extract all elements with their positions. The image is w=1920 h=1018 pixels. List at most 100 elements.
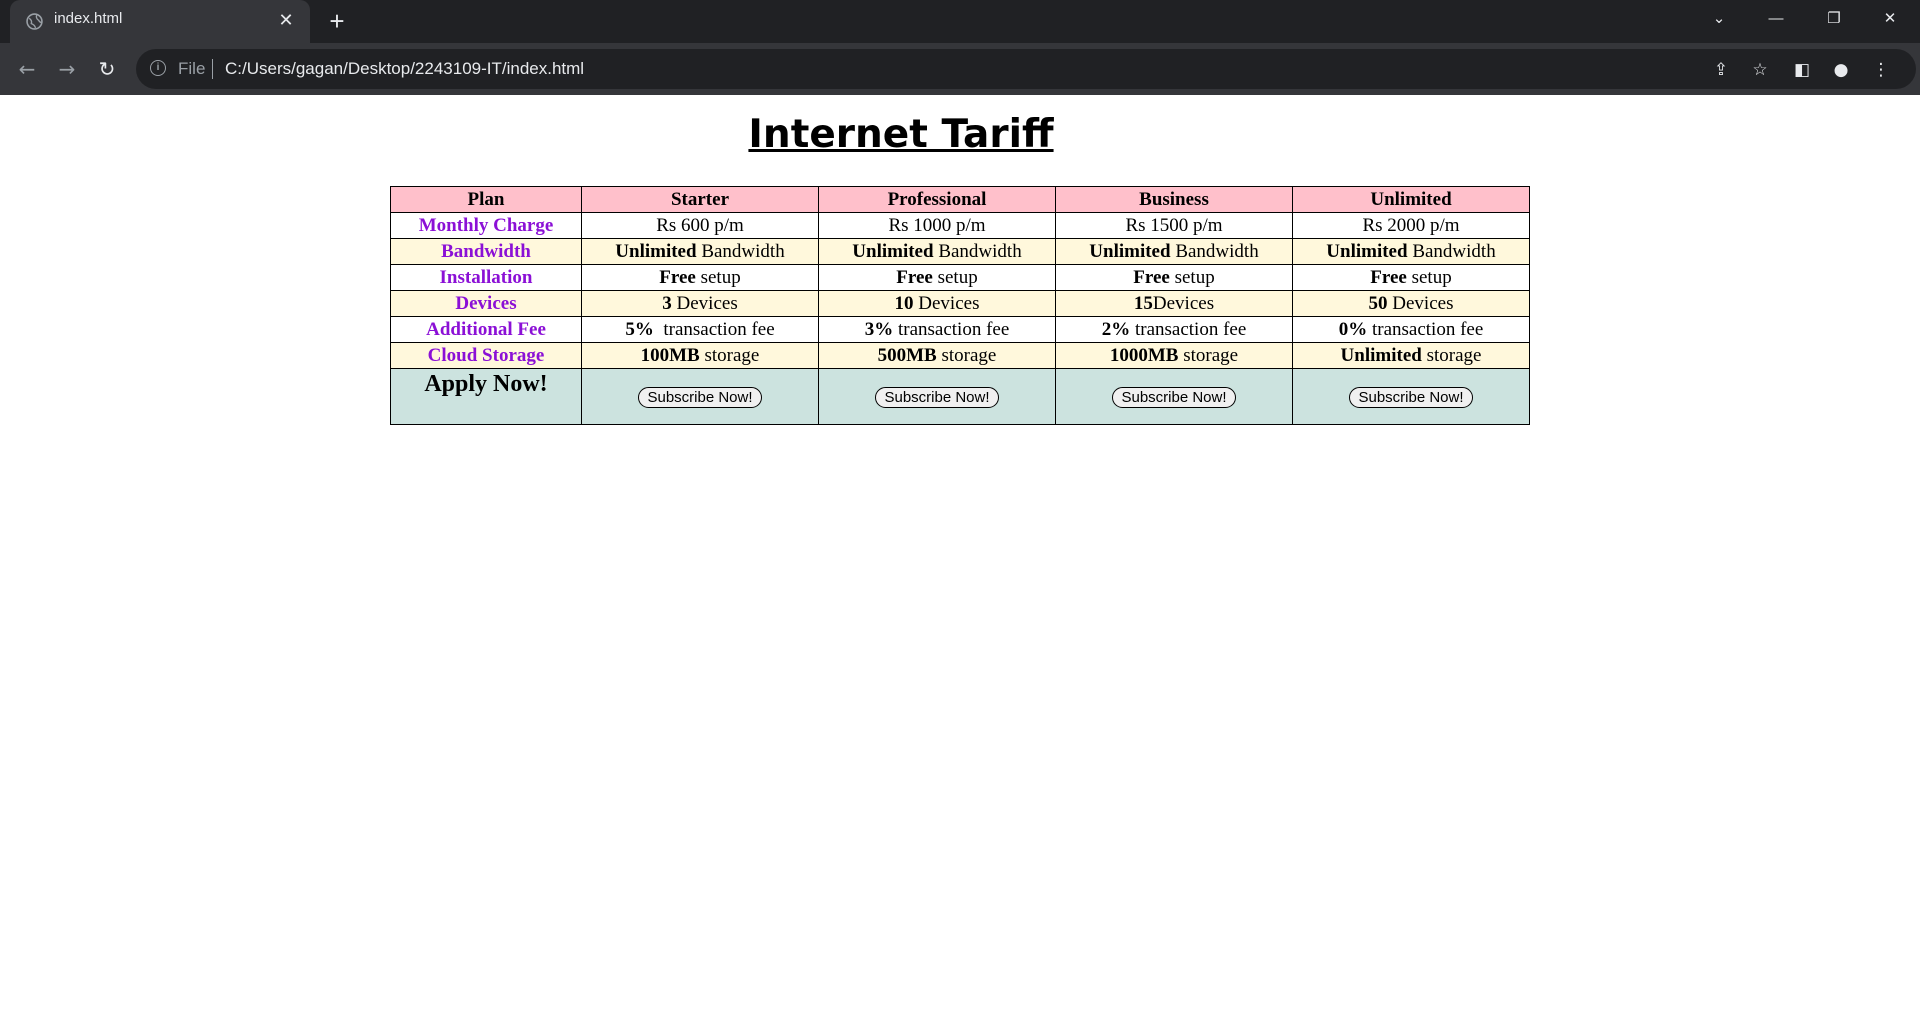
address-divider xyxy=(212,59,213,79)
restore-icon[interactable]: ❐ xyxy=(1812,4,1856,34)
cell-emphasis: Unlimited xyxy=(1089,240,1171,262)
cell-text: Bandwidth xyxy=(1407,240,1496,262)
table-row: Additional Fee 5% transaction fee 3% trans… xyxy=(390,316,1530,343)
address-url[interactable]: C:/Users/gagan/Desktop/2243109-IT/index.… xyxy=(225,59,584,79)
cell-emphasis: Free xyxy=(659,266,696,288)
share-icon[interactable]: ⇪ xyxy=(1710,59,1732,81)
row-label: Additional Fee xyxy=(390,316,582,343)
cell-emphasis: 10 xyxy=(894,292,914,314)
table-cell: Free setup xyxy=(818,264,1056,291)
apply-now-label: Apply Now! xyxy=(390,368,582,425)
table-row: Devices 3 Devices 10 Devices 15Devices 50 De… xyxy=(390,290,1530,317)
table-cell: Unlimited Bandwidth xyxy=(818,238,1056,265)
table-row: Bandwidth Unlimited Bandwidth Unlimited Ba… xyxy=(390,238,1530,265)
info-icon[interactable]: i xyxy=(150,60,166,76)
cell-emphasis: 2% xyxy=(1101,318,1131,340)
row-label: Cloud Storage xyxy=(390,342,582,369)
table-cell: 0% transaction fee xyxy=(1292,316,1530,343)
cell-text: Devices xyxy=(1387,292,1454,314)
cell-emphasis: 15 xyxy=(1133,292,1153,314)
cell-text: transaction fee xyxy=(893,318,1010,340)
cell-text: transaction fee xyxy=(1130,318,1247,340)
table-cell: 3% transaction fee xyxy=(818,316,1056,343)
table-row: Monthly Charge Rs 600 p/m Rs 1000 p/m Rs 15… xyxy=(390,212,1530,239)
cell-text: setup xyxy=(695,266,741,288)
browser-toolbar: ← → ↻ i File C:/Users/gagan/Desktop/2243… xyxy=(0,43,1920,95)
table-cell: Free setup xyxy=(1292,264,1530,291)
address-bar[interactable]: i File C:/Users/gagan/Desktop/2243109-IT… xyxy=(136,49,1916,89)
cell-text: storage xyxy=(699,344,760,366)
row-label: Monthly Charge xyxy=(390,212,582,239)
table-cell: 50 Devices xyxy=(1292,290,1530,317)
table-cell: 500MB storage xyxy=(818,342,1056,369)
reload-icon[interactable]: ↻ xyxy=(93,55,121,83)
close-tab-icon[interactable]: ✕ xyxy=(276,10,296,30)
new-tab-icon[interactable]: + xyxy=(323,7,351,35)
cell-text: Devices xyxy=(1152,292,1215,314)
cell-text: Bandwidth xyxy=(1170,240,1259,262)
cell-emphasis: 3 xyxy=(662,292,672,314)
tab-search-icon[interactable]: ⌄ xyxy=(1697,4,1741,34)
subscribe-button-starter[interactable]: Subscribe Now! xyxy=(638,387,762,408)
table-cell: Unlimited Bandwidth xyxy=(581,238,819,265)
tariff-table: Plan Starter Professional Business Unlimited… xyxy=(390,186,1530,425)
table-cell: 1000MB storage xyxy=(1055,342,1293,369)
cell-emphasis: Free xyxy=(1370,266,1407,288)
cell-emphasis: Unlimited xyxy=(1340,344,1422,366)
cell-text: setup xyxy=(1406,266,1452,288)
cell-emphasis: 1000MB xyxy=(1109,344,1179,366)
cell-emphasis: 0% xyxy=(1338,318,1368,340)
cell-text: storage xyxy=(936,344,997,366)
subscribe-button-unlimited[interactable]: Subscribe Now! xyxy=(1349,387,1473,408)
close-window-icon[interactable]: ✕ xyxy=(1868,4,1912,34)
minimize-icon[interactable]: — xyxy=(1754,4,1798,34)
subscribe-cell: Subscribe Now! xyxy=(1292,368,1530,425)
cell-emphasis: 50 xyxy=(1368,292,1388,314)
cell-text: transaction fee xyxy=(653,318,775,340)
tab-title: index.html xyxy=(54,10,123,27)
cell-text: storage xyxy=(1421,344,1482,366)
cell-emphasis: Free xyxy=(1133,266,1170,288)
cell-text: Rs 1000 p/m xyxy=(888,214,986,236)
table-cell: 3 Devices xyxy=(581,290,819,317)
cell-text: storage xyxy=(1178,344,1239,366)
header-plan-unlimited: Unlimited xyxy=(1292,186,1530,213)
table-cell: 2% transaction fee xyxy=(1055,316,1293,343)
forward-icon[interactable]: → xyxy=(53,55,81,83)
subscribe-button-professional[interactable]: Subscribe Now! xyxy=(875,387,999,408)
table-cell: 10 Devices xyxy=(818,290,1056,317)
table-cell: Rs 1000 p/m xyxy=(818,212,1056,239)
cell-emphasis: Unlimited xyxy=(615,240,697,262)
table-cell: 5% transaction fee xyxy=(581,316,819,343)
page-viewport: Internet Tariff Plan Starter Professional B… xyxy=(0,95,1920,1018)
subscribe-button-business[interactable]: Subscribe Now! xyxy=(1112,387,1236,408)
header-plan-starter: Starter xyxy=(581,186,819,213)
header-plan-business: Business xyxy=(1055,186,1293,213)
cell-emphasis: Unlimited xyxy=(852,240,934,262)
row-label: Bandwidth xyxy=(390,238,582,265)
cell-text: Rs 600 p/m xyxy=(656,214,744,236)
cell-text: transaction fee xyxy=(1367,318,1484,340)
cell-emphasis: 500MB xyxy=(877,344,937,366)
subscribe-cell: Subscribe Now! xyxy=(818,368,1056,425)
table-cell: Unlimited Bandwidth xyxy=(1055,238,1293,265)
row-label: Installation xyxy=(390,264,582,291)
table-cell: Rs 2000 p/m xyxy=(1292,212,1530,239)
table-cell: Rs 1500 p/m xyxy=(1055,212,1293,239)
cell-text: Devices xyxy=(671,292,738,314)
bookmark-star-icon[interactable]: ☆ xyxy=(1749,59,1771,81)
cell-text: Rs 1500 p/m xyxy=(1125,214,1223,236)
cell-text: Bandwidth xyxy=(696,240,785,262)
menu-icon[interactable]: ⋮ xyxy=(1870,59,1892,81)
table-row: Cloud Storage 100MB storage 500MB storage 1… xyxy=(390,342,1530,369)
back-icon[interactable]: ← xyxy=(13,55,41,83)
subscribe-cell: Subscribe Now! xyxy=(1055,368,1293,425)
page-title: Internet Tariff xyxy=(748,112,1054,157)
side-panel-icon[interactable]: ◧ xyxy=(1791,59,1813,81)
browser-tab[interactable]: index.html ✕ xyxy=(10,0,310,43)
cell-text: setup xyxy=(932,266,978,288)
cell-text: Devices xyxy=(913,292,980,314)
profile-icon[interactable]: ● xyxy=(1830,59,1852,81)
table-cell: Free setup xyxy=(1055,264,1293,291)
cell-emphasis: 5% xyxy=(625,318,654,340)
